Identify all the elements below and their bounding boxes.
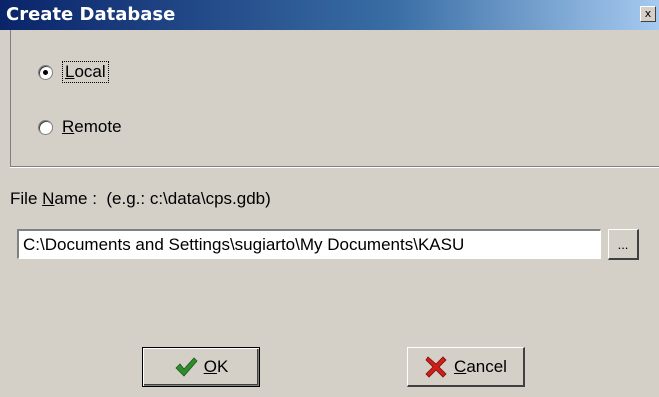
radio-remote-label[interactable]: Remote [62, 117, 122, 137]
cancel-button[interactable]: Cancel [407, 347, 525, 387]
radio-local-label[interactable]: Local [62, 61, 109, 83]
window-title: Create Database [6, 4, 176, 25]
file-name-input[interactable]: C:\Documents and Settings\sugiarto\My Do… [17, 229, 601, 259]
ok-label: OK [203, 357, 229, 376]
cross-icon [425, 355, 447, 378]
ok-button[interactable]: OK [142, 347, 260, 387]
cancel-label: Cancel [454, 356, 507, 376]
radio-remote[interactable]: Remote [38, 115, 122, 139]
connection-type-panel [10, 30, 659, 167]
create-database-dialog: Create Database x Local Remote File Name… [0, 0, 659, 397]
checkmark-icon [175, 357, 198, 377]
title-bar[interactable]: Create Database x [0, 0, 659, 30]
radio-local-circle[interactable] [38, 64, 53, 80]
close-button[interactable]: x [640, 6, 656, 22]
radio-selected-dot-icon [43, 69, 48, 75]
browse-button[interactable]: ... [608, 229, 639, 260]
radio-local[interactable]: Local [38, 60, 109, 84]
file-name-label: File Name : (e.g.: c:\data\cps.gdb) [10, 189, 271, 208]
radio-remote-circle[interactable] [38, 119, 53, 135]
